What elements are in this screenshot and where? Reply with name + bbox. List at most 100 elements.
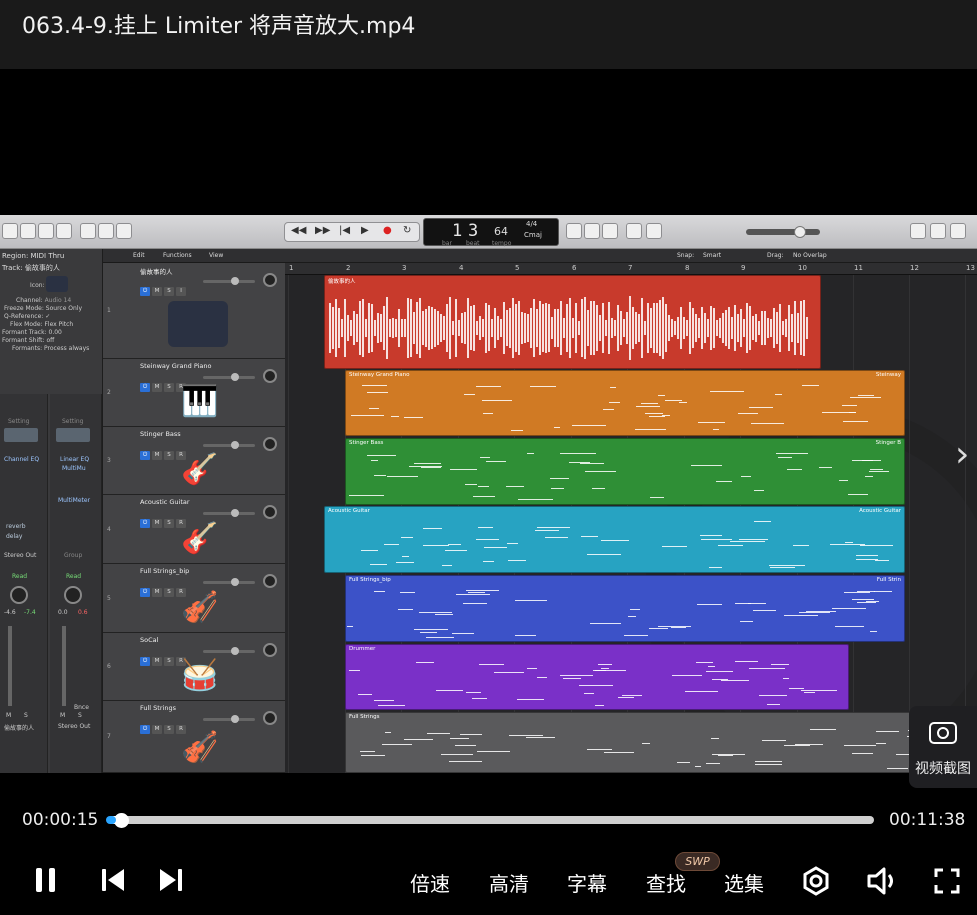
video-area[interactable]: ◀◀ ▶▶ |◀ ▶ ● ↻ 1 3 bar beat 64 tempo 4/4…: [0, 69, 977, 789]
track-pan-knob[interactable]: [263, 643, 277, 657]
track-buttons: ⏻ M S R: [140, 441, 188, 460]
track-pan-knob[interactable]: [263, 574, 277, 588]
track-volume-slider[interactable]: [203, 715, 255, 723]
track-volume-slider[interactable]: [203, 373, 255, 381]
track-button[interactable]: S: [164, 383, 174, 392]
quality-button[interactable]: 高清: [489, 868, 529, 897]
ruler-bar-number: 11: [854, 264, 863, 272]
track-name: Stinger Bass: [140, 430, 181, 438]
track-volume-slider[interactable]: [203, 509, 255, 517]
track-button[interactable]: S: [164, 657, 174, 666]
region[interactable]: Stinger Bass Stinger B: [345, 438, 905, 505]
timeline-ruler: 1 2 3 4 5 6 7 8 9 10 11 12 13: [285, 263, 977, 275]
forward-icon: ▶▶: [315, 225, 331, 236]
midi-notes: [346, 723, 976, 772]
track-button[interactable]: S: [164, 725, 174, 734]
progress-bar[interactable]: [110, 816, 874, 824]
strip2-setting: Setting: [62, 418, 84, 425]
record-icon: ●: [383, 225, 392, 236]
ruler-bar-number: 9: [741, 264, 746, 272]
track-number: 2: [107, 389, 111, 396]
audio-track-icon: [168, 301, 228, 347]
track-button[interactable]: S: [164, 451, 174, 460]
settings-icon[interactable]: [801, 866, 831, 906]
region[interactable]: 偷故事的人: [324, 275, 821, 369]
power-icon[interactable]: ⏻: [140, 588, 150, 597]
track-lanes: 偷故事的人 Steinway Grand Piano Steinway Stinger…: [285, 275, 977, 773]
track-button[interactable]: M: [152, 588, 162, 597]
strip2-peak: 0.6: [78, 609, 88, 616]
region-name: 偷故事的人: [328, 279, 356, 285]
region[interactable]: Full StringsFull Strin: [345, 712, 977, 773]
track-button[interactable]: I: [176, 287, 186, 296]
track-button[interactable]: S: [164, 519, 174, 528]
power-icon[interactable]: ⏻: [140, 287, 150, 296]
power-icon[interactable]: ⏻: [140, 657, 150, 666]
track-pan-knob[interactable]: [263, 369, 277, 383]
power-icon[interactable]: ⏻: [140, 519, 150, 528]
track-pan-knob[interactable]: [263, 505, 277, 519]
region[interactable]: Steinway Grand Piano Steinway: [345, 370, 905, 436]
toolbar-icon: [56, 223, 72, 239]
strip2-pan-knob: [64, 586, 82, 604]
track-button[interactable]: M: [152, 383, 162, 392]
track-header[interactable]: 6 SoCal ⏻ M S R 🥁: [103, 633, 285, 701]
track-header[interactable]: 5 Full Strings_bip ⏻ M S R 🎻: [103, 564, 285, 633]
search-button[interactable]: 查找: [646, 868, 686, 897]
lcd-beat-label: beat: [466, 240, 480, 247]
inspector-icon: [20, 223, 36, 239]
master-volume-slider: [746, 226, 820, 238]
region-name-right: Stinger B: [875, 440, 901, 446]
track-volume-slider[interactable]: [203, 277, 255, 285]
previous-icon[interactable]: [100, 866, 126, 906]
logic-screenshot: ◀◀ ▶▶ |◀ ▶ ● ↻ 1 3 bar beat 64 tempo 4/4…: [0, 215, 977, 773]
region[interactable]: Acoustic Guitar Acoustic Guitar: [324, 506, 905, 573]
power-icon[interactable]: ⏻: [140, 383, 150, 392]
strip1-automation: Read: [12, 573, 28, 580]
track-volume-slider[interactable]: [203, 578, 255, 586]
track-header[interactable]: 1 偷故事的人 ⏻ M S I: [103, 263, 285, 359]
track-header[interactable]: 7 Full Strings ⏻ M S R 🎻: [103, 701, 285, 773]
pause-icon[interactable]: [34, 866, 58, 906]
screenshot-button[interactable]: 视频截图: [909, 706, 977, 788]
track-volume-slider[interactable]: [203, 647, 255, 655]
subtitle-button[interactable]: 字幕: [567, 868, 607, 897]
power-icon[interactable]: ⏻: [140, 725, 150, 734]
track-button[interactable]: M: [152, 451, 162, 460]
track-header[interactable]: 2 Steinway Grand Piano ⏻ M S R 🎹: [103, 359, 285, 427]
track-number: 3: [107, 457, 111, 464]
track-pan-knob[interactable]: [263, 711, 277, 725]
region[interactable]: Drummer: [345, 644, 849, 710]
ruler-bar-number: 1: [289, 264, 294, 272]
track-header[interactable]: 4 Acoustic Guitar ⏻ M S R 🎸: [103, 495, 285, 564]
progress-thumb[interactable]: [106, 813, 129, 828]
track-volume-slider[interactable]: [203, 441, 255, 449]
track-button[interactable]: M: [152, 657, 162, 666]
track-button[interactable]: M: [152, 725, 162, 734]
region[interactable]: Full Strings_bip Full Strin: [345, 575, 905, 642]
track-button[interactable]: S: [164, 287, 174, 296]
track-header[interactable]: 3 Stinger Bass ⏻ M S R 🎸: [103, 427, 285, 495]
instrument-icon: 🎹: [181, 384, 219, 419]
track-name: 偷故事的人: [140, 268, 173, 276]
volume-icon[interactable]: [866, 866, 900, 906]
track-button[interactable]: S: [164, 588, 174, 597]
list-icon: [910, 223, 926, 239]
track-pan-knob[interactable]: [263, 273, 277, 287]
speed-button[interactable]: 倍速: [410, 868, 450, 897]
next-icon[interactable]: [158, 866, 184, 906]
strip2-group: Group: [64, 552, 83, 559]
episodes-button[interactable]: 选集: [724, 868, 764, 897]
region-name-right: Full Strin: [876, 577, 901, 583]
midi-notes: [346, 586, 904, 641]
region-name-right: Acoustic Guitar: [859, 508, 901, 514]
track-pan-knob[interactable]: [263, 437, 277, 451]
power-icon[interactable]: ⏻: [140, 451, 150, 460]
track-buttons: ⏻ M S R: [140, 509, 188, 528]
count-in-icon: [602, 223, 618, 239]
next-arrow-icon[interactable]: ›: [955, 434, 969, 475]
fullscreen-icon[interactable]: [934, 868, 960, 908]
track-button[interactable]: M: [152, 519, 162, 528]
track-button[interactable]: M: [152, 287, 162, 296]
grid-line: [909, 275, 910, 773]
